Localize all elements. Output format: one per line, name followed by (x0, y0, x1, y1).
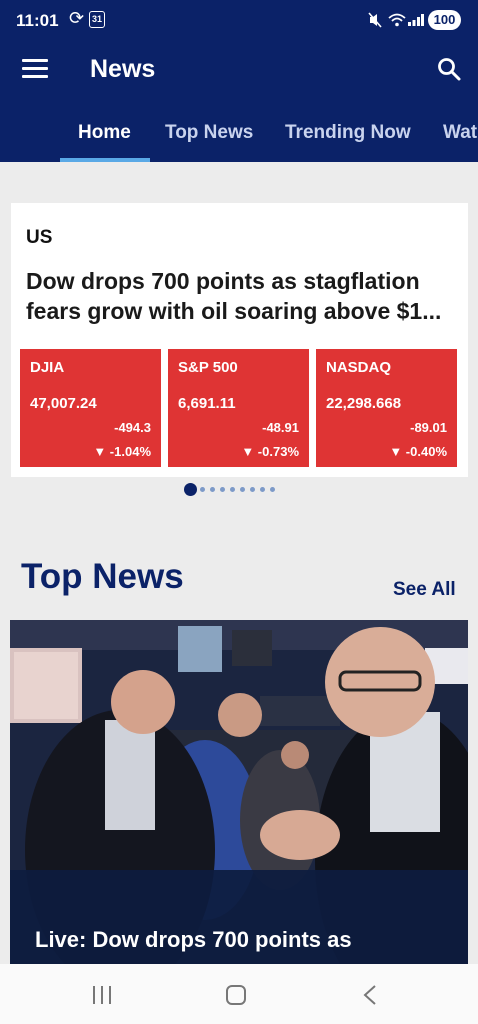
index-tiles: DJIA 47,007.24 -494.3 ▼ -1.04% S&P 500 6… (20, 349, 458, 467)
tab-home[interactable]: Home (78, 122, 131, 144)
index-name: NASDAQ (326, 359, 392, 376)
carousel-dot[interactable] (250, 487, 255, 492)
index-value: 22,298.668 (326, 395, 402, 412)
index-tile-djia[interactable]: DJIA 47,007.24 -494.3 ▼ -1.04% (20, 349, 161, 467)
app-bar: News Home Top News Trending Now Wat (0, 42, 478, 162)
index-percent: ▼ -1.04% (93, 444, 151, 459)
wifi-icon (388, 13, 406, 27)
section-title: Top News (21, 557, 184, 596)
index-change: -89.01 (410, 420, 447, 435)
index-change: -494.3 (114, 420, 151, 435)
battery-icon: 100 (428, 10, 461, 30)
tab-bar: Home Top News Trending Now Wat (0, 112, 478, 162)
index-value: 47,007.24 (30, 395, 97, 412)
carousel-dot[interactable] (184, 483, 197, 496)
index-percent: ▼ -0.40% (389, 444, 447, 459)
status-time: 11:01 (16, 11, 59, 30)
carousel-dot[interactable] (210, 487, 215, 492)
status-bar: 11:01 ⟳ 31 100 (0, 0, 478, 42)
tab-top-news[interactable]: Top News (165, 122, 253, 144)
back-icon[interactable] (362, 984, 378, 1006)
market-card[interactable]: US Dow drops 700 points as stagflation f… (11, 203, 468, 477)
system-navigation-bar (0, 964, 478, 1024)
carousel-dot[interactable] (220, 487, 225, 492)
see-all-link[interactable]: See All (393, 579, 456, 601)
carousel-dot[interactable] (260, 487, 265, 492)
top-story-title: Live: Dow drops 700 points as (35, 927, 352, 952)
calendar-icon: 31 (89, 11, 105, 28)
carousel-dot[interactable] (230, 487, 235, 492)
index-percent: ▼ -0.73% (241, 444, 299, 459)
market-headline-line2: fears grow with oil soaring above $1... (26, 298, 442, 324)
menu-icon[interactable] (22, 59, 48, 79)
market-headline[interactable]: Dow drops 700 points as stagflation fear… (26, 266, 456, 326)
search-icon[interactable] (436, 56, 462, 82)
home-icon[interactable] (226, 985, 246, 1005)
story-photo (10, 620, 468, 964)
market-headline-line1: Dow drops 700 points as stagflation (26, 268, 420, 294)
tab-watchlist[interactable]: Wat (443, 122, 477, 144)
mute-icon (368, 12, 382, 28)
carousel-dot[interactable] (270, 487, 275, 492)
index-name: DJIA (30, 359, 65, 376)
sync-icon: ⟳ (69, 8, 85, 28)
signal-icon (408, 14, 424, 26)
carousel-dot[interactable] (240, 487, 245, 492)
tab-trending-now[interactable]: Trending Now (285, 122, 411, 144)
index-tile-sp500[interactable]: S&P 500 6,691.11 -48.91 ▼ -0.73% (168, 349, 309, 467)
index-change: -48.91 (262, 420, 299, 435)
market-region: US (26, 227, 53, 248)
carousel-dot[interactable] (200, 487, 205, 492)
index-tile-nasdaq[interactable]: NASDAQ 22,298.668 -89.01 ▼ -0.40% (316, 349, 457, 467)
index-value: 6,691.11 (178, 395, 236, 412)
app-title: News (90, 55, 156, 83)
active-tab-indicator (60, 158, 150, 162)
top-story-card[interactable]: Live: Dow drops 700 points as (10, 620, 468, 964)
index-name: S&P 500 (178, 359, 238, 376)
recent-apps-icon[interactable] (93, 986, 111, 1004)
